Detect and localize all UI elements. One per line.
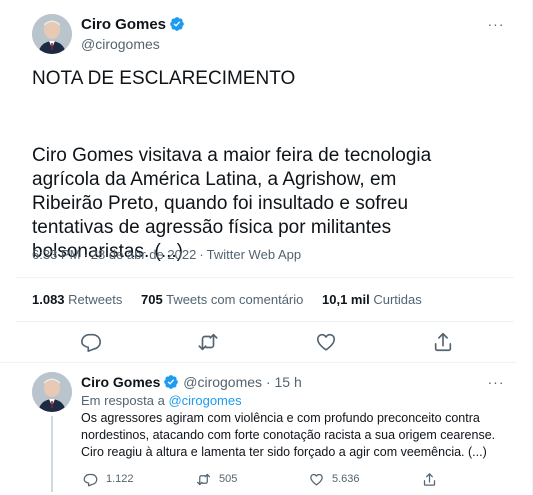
likes-label: Curtidas (373, 292, 422, 307)
divider (16, 321, 514, 322)
reply-author-handle[interactable]: @cirogomes (183, 374, 262, 390)
retweets-count: 1.083 (32, 292, 65, 307)
avatar-image (32, 372, 72, 412)
avatar-image (32, 14, 72, 54)
in-reply-to: Em resposta a @cirogomes (81, 393, 242, 408)
tweet-source-app[interactable]: Twitter Web App (207, 247, 301, 262)
reply-button[interactable] (80, 331, 102, 353)
reply-likes-count: 5.636 (332, 473, 360, 485)
verified-badge-icon (170, 17, 184, 31)
reply-retweet-button[interactable]: 505 (196, 471, 237, 487)
reply-share-button[interactable] (422, 471, 445, 487)
share-button[interactable] (432, 331, 454, 353)
tweet-heading: NOTA DE ESCLARECIMENTO (32, 68, 296, 89)
retweet-icon (196, 473, 211, 485)
quotes-stat[interactable]: 705 Tweets com comentário (141, 292, 303, 307)
author-handle[interactable]: @cirogomes (81, 36, 160, 52)
tweet-time[interactable]: 6:33 PM (32, 247, 80, 262)
retweet-icon (198, 333, 218, 351)
reply-author-name[interactable]: Ciro Gomes (81, 374, 160, 390)
reply-dot: · (265, 374, 271, 390)
quotes-count: 705 (141, 292, 163, 307)
reply-like-button[interactable]: 5.636 (309, 471, 360, 487)
likes-stat[interactable]: 10,1 mil Curtidas (322, 292, 422, 307)
reply-text-line: nordestinos, atacando com forte conotaçã… (81, 428, 496, 442)
quotes-label: Tweets com comentário (166, 292, 304, 307)
meta-separator: · (83, 247, 88, 262)
meta-separator: · (199, 247, 204, 262)
share-icon (423, 472, 436, 486)
reply-time[interactable]: 15 h (275, 374, 302, 390)
reply-replies-count: 1.122 (106, 473, 134, 485)
heart-icon (310, 473, 323, 485)
more-dots-icon[interactable]: ··· (486, 375, 506, 391)
heart-icon (316, 333, 336, 351)
reply-header: Ciro Gomes @cirogomes · 15 h (81, 374, 302, 390)
divider (0, 362, 517, 363)
retweet-button[interactable] (197, 331, 219, 353)
reply-reply-button[interactable]: 1.122 (83, 471, 134, 487)
likes-count: 10,1 mil (322, 292, 370, 307)
reply-avatar[interactable] (32, 372, 72, 412)
reply-retweets-count: 505 (219, 473, 238, 485)
divider (16, 277, 514, 278)
avatar[interactable] (32, 14, 72, 54)
in-reply-handle-link[interactable]: @cirogomes (168, 393, 241, 408)
like-button[interactable] (315, 331, 337, 353)
tweet-body: Ciro Gomes visitava a maior feira de tec… (32, 145, 432, 262)
tweet-meta: 6:33 PM · 28 de abr de 2022 · Twitter Web Ap… (32, 247, 301, 262)
author-name[interactable]: Ciro Gomes (81, 16, 185, 33)
reply-text-line: Os agressores agiram com violência e com… (81, 411, 480, 425)
tweet-date[interactable]: 28 de abr de 2022 (91, 247, 197, 262)
reply-icon (81, 333, 101, 352)
verified-badge-icon (164, 375, 179, 389)
retweets-stat[interactable]: 1.083 Retweets (32, 292, 122, 307)
reply-text-line: Ciro reagiu à altura e lamenta ter sido … (81, 445, 487, 459)
thread-connector-line (51, 416, 53, 492)
tweet-stats: 1.083 Retweets 705 Tweets com comentário… (32, 292, 437, 307)
more-dots-icon[interactable]: ··· (486, 17, 506, 33)
tweet-detail-panel: Ciro Gomes @cirogomes ··· NOTA DE ESCLAR… (0, 0, 533, 495)
reply-body: Os agressores agiram com violência e com… (81, 410, 511, 461)
retweets-label: Retweets (68, 292, 123, 307)
in-reply-prefix: Em resposta a (81, 393, 165, 408)
reply-icon (83, 473, 98, 486)
share-icon (434, 332, 452, 352)
